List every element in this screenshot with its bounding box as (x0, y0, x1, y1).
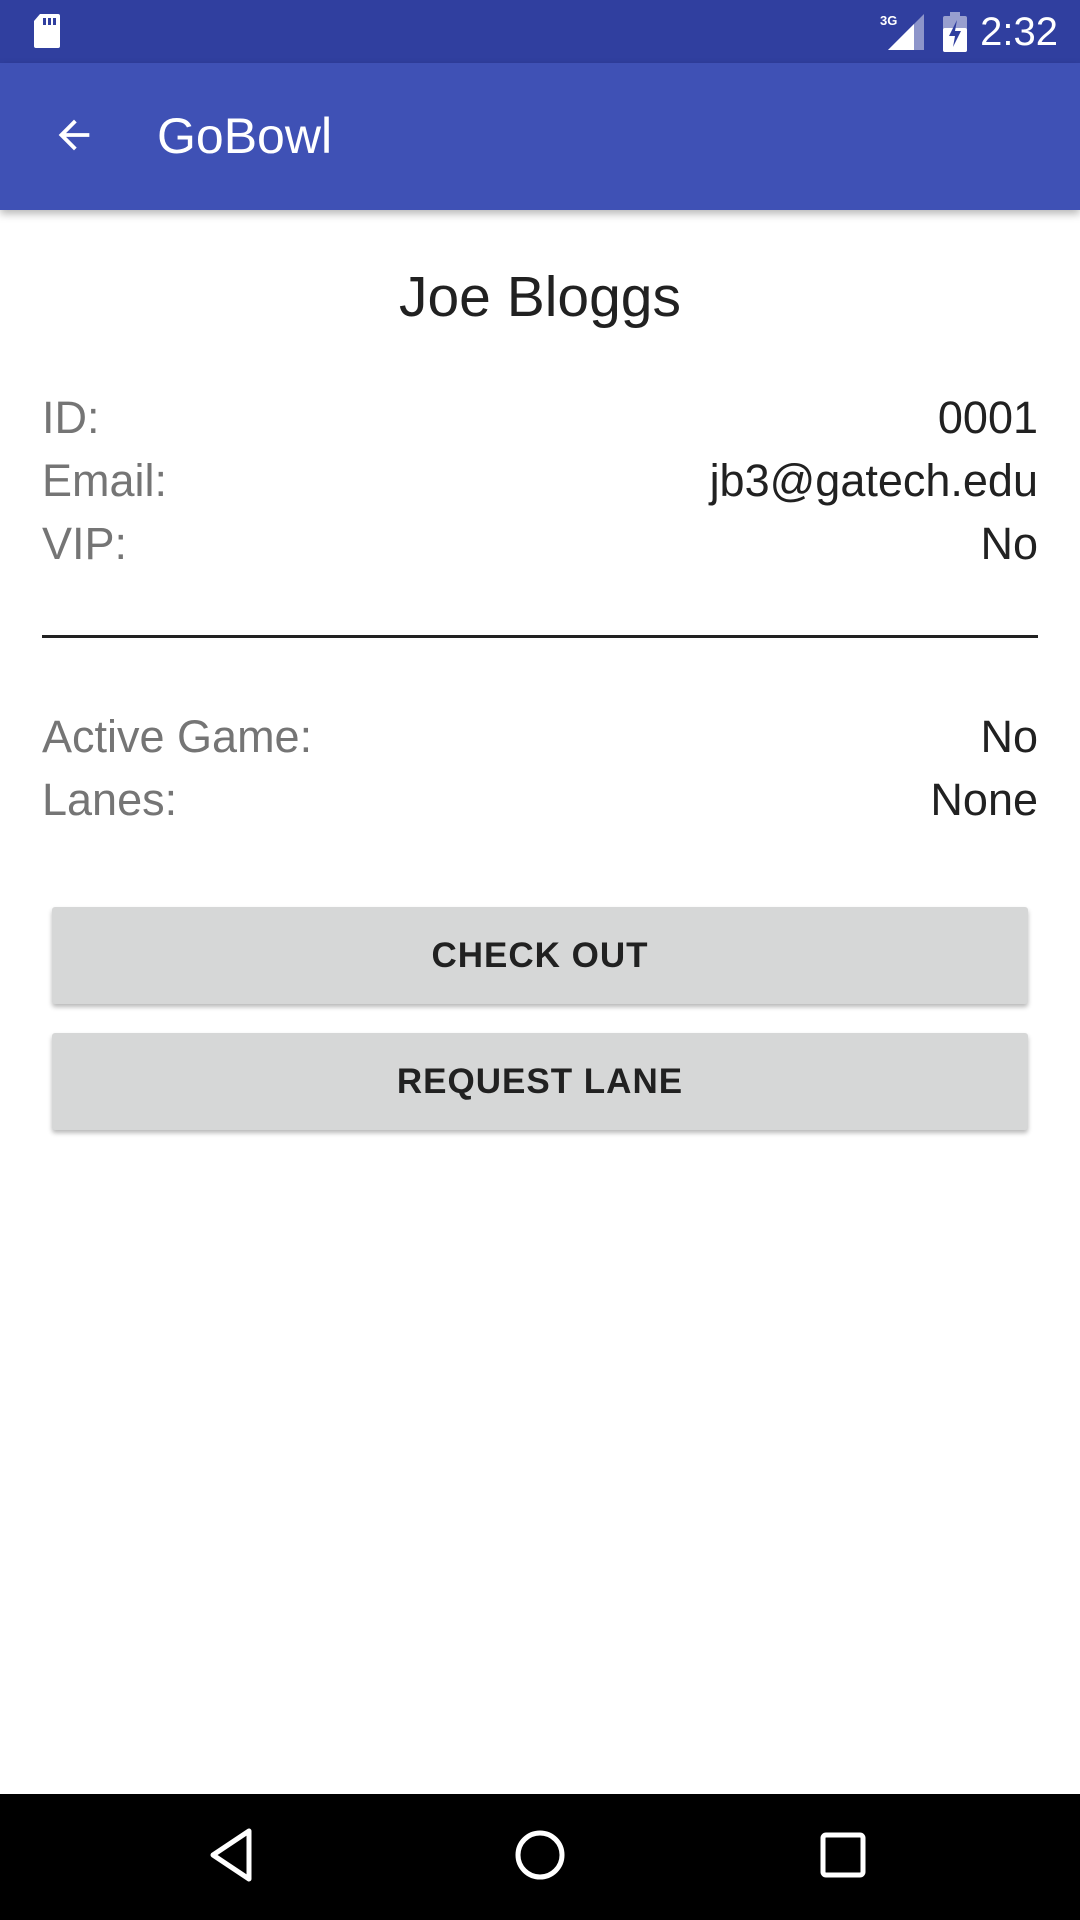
status-bar: 3G 2:32 (0, 0, 1080, 63)
nav-recents-button[interactable] (807, 1821, 879, 1893)
email-label: Email: (42, 455, 168, 506)
info-row-vip: VIP: No (42, 514, 1038, 574)
navigation-bar (0, 1794, 1080, 1920)
app-title: GoBowl (157, 108, 333, 164)
vip-label: VIP: (42, 518, 128, 569)
info-row-id: ID: 0001 (42, 388, 1038, 448)
nav-back-button[interactable] (199, 1821, 271, 1893)
app-bar: GoBowl (0, 63, 1080, 210)
vip-value: No (980, 518, 1038, 569)
info-row-active-game: Active Game: No (42, 707, 1038, 767)
lanes-value: None (930, 774, 1038, 825)
lanes-label: Lanes: (42, 774, 178, 825)
id-label: ID: (42, 392, 100, 443)
status-time: 2:32 (980, 10, 1058, 54)
check-out-button[interactable]: CHECK OUT (52, 907, 1028, 1004)
active-game-label: Active Game: (42, 711, 313, 762)
network-label: 3G (880, 13, 897, 28)
email-value: jb3@gatech.edu (709, 455, 1038, 506)
nav-recents-icon (813, 1825, 873, 1890)
id-value: 0001 (937, 392, 1038, 443)
signal-3g-icon: 3G (880, 12, 924, 50)
nav-home-button[interactable] (504, 1821, 576, 1893)
battery-charging-icon (942, 12, 968, 52)
screen: 3G 2:32 GoBowl Joe Bloggs ID: 0001 Email… (0, 0, 1080, 1920)
divider (42, 635, 1038, 638)
back-button[interactable] (30, 101, 118, 173)
info-row-email: Email: jb3@gatech.edu (42, 451, 1038, 511)
nav-home-icon (510, 1825, 570, 1890)
profile-name: Joe Bloggs (398, 265, 682, 329)
arrow-back-icon (51, 112, 97, 163)
sd-card-icon (32, 12, 62, 50)
nav-back-icon (205, 1825, 265, 1890)
active-game-value: No (980, 711, 1038, 762)
request-lane-button[interactable]: REQUEST LANE (52, 1033, 1028, 1130)
info-row-lanes: Lanes: None (42, 770, 1038, 830)
